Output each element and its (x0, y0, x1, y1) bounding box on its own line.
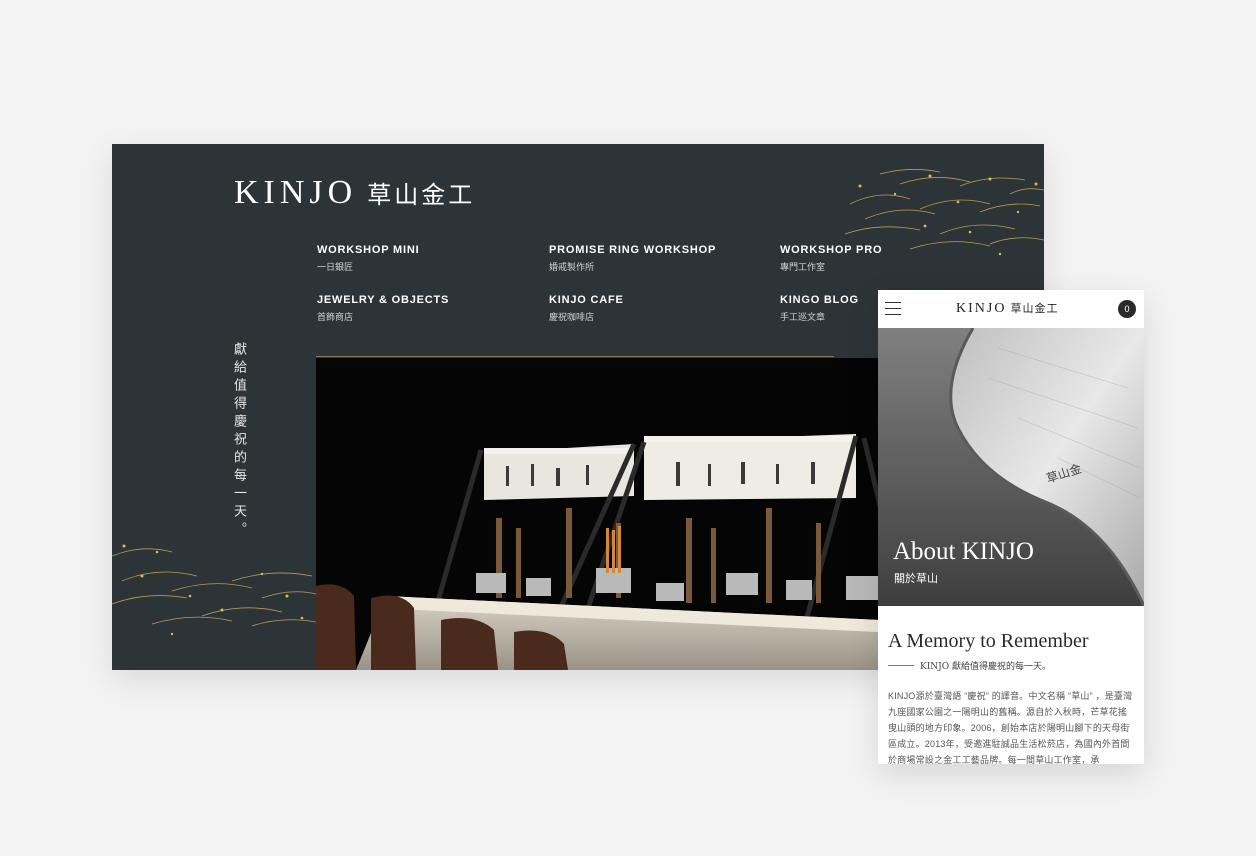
logo-text-en: KINJO (234, 174, 358, 211)
nav-label-zh: 首飾商店 (317, 312, 354, 322)
nav-label-zh: 婚戒製作所 (549, 262, 595, 272)
nav-item-promise-ring-workshop[interactable]: PROMISE RING WORKSHOP 婚戒製作所 (549, 244, 716, 273)
logo-text-zh: 草山金工 (367, 181, 476, 209)
nav-label-en: WORKSHOP PRO (780, 244, 883, 256)
nav-item-kingo-blog[interactable]: KINGO BLOG 手工巡文章 (780, 294, 859, 323)
nav-label-zh: 慶祝咖啡店 (549, 312, 595, 322)
nav-label-en: JEWELRY & OBJECTS (317, 294, 450, 306)
cart-count-badge[interactable]: 0 (1118, 300, 1136, 318)
tagline-rule (888, 665, 914, 666)
mobile-logo-zh: 草山金工 (1010, 302, 1059, 315)
about-body-text: KINJO源於臺灣語 “慶祝” 的譯音。中文名稱 “草山” ，是臺灣九座國家公園… (888, 691, 1133, 764)
site-logo[interactable]: KINJO 草山金工 (234, 174, 475, 212)
nav-label-en: KINJO CAFE (549, 294, 624, 306)
mobile-header: KINJO 草山金工 0 (878, 290, 1144, 328)
menu-icon[interactable] (885, 302, 901, 316)
nav-label-zh: 專門工作室 (780, 262, 826, 272)
nav-label-en: KINGO BLOG (780, 294, 859, 306)
nav-item-workshop-mini[interactable]: WORKSHOP MINI 一日銀匠 (317, 244, 419, 273)
nav-item-kinjo-cafe[interactable]: KINJO CAFE 慶祝咖啡店 (549, 294, 624, 323)
nav-label-zh: 一日銀匠 (317, 262, 354, 272)
section-title: A Memory to Remember (888, 630, 1089, 652)
about-hero: 草山金 About KINJO 關於草山 (878, 328, 1144, 606)
gold-divider (316, 356, 834, 357)
gold-grass-decoration-bottom (112, 544, 316, 636)
nav-label-en: WORKSHOP MINI (317, 244, 420, 256)
mobile-logo[interactable]: KINJO 草山金工 (956, 300, 1058, 317)
nav-label-en: PROMISE RING WORKSHOP (549, 244, 717, 256)
section-tagline: KINJO 獻給值得慶祝的每一天。 (888, 659, 1051, 672)
hero-subtitle: 關於草山 (894, 573, 938, 585)
nav-item-workshop-pro[interactable]: WORKSHOP PRO 專門工作室 (780, 244, 882, 273)
hero-title: About KINJO (893, 538, 1034, 565)
nav-label-zh: 手工巡文章 (780, 312, 826, 322)
tagline-text: KINJO 獻給值得慶祝的每一天。 (920, 662, 1052, 672)
nav-item-jewelry-objects[interactable]: JEWELRY & OBJECTS 首飾商店 (317, 294, 449, 323)
mobile-logo-en: KINJO (956, 301, 1007, 316)
vertical-tagline: 獻給值得慶祝的每一天。 (231, 342, 246, 540)
mobile-site-preview: KINJO 草山金工 0 草山金 About KINJO 關於草山 A Memo… (878, 290, 1144, 764)
